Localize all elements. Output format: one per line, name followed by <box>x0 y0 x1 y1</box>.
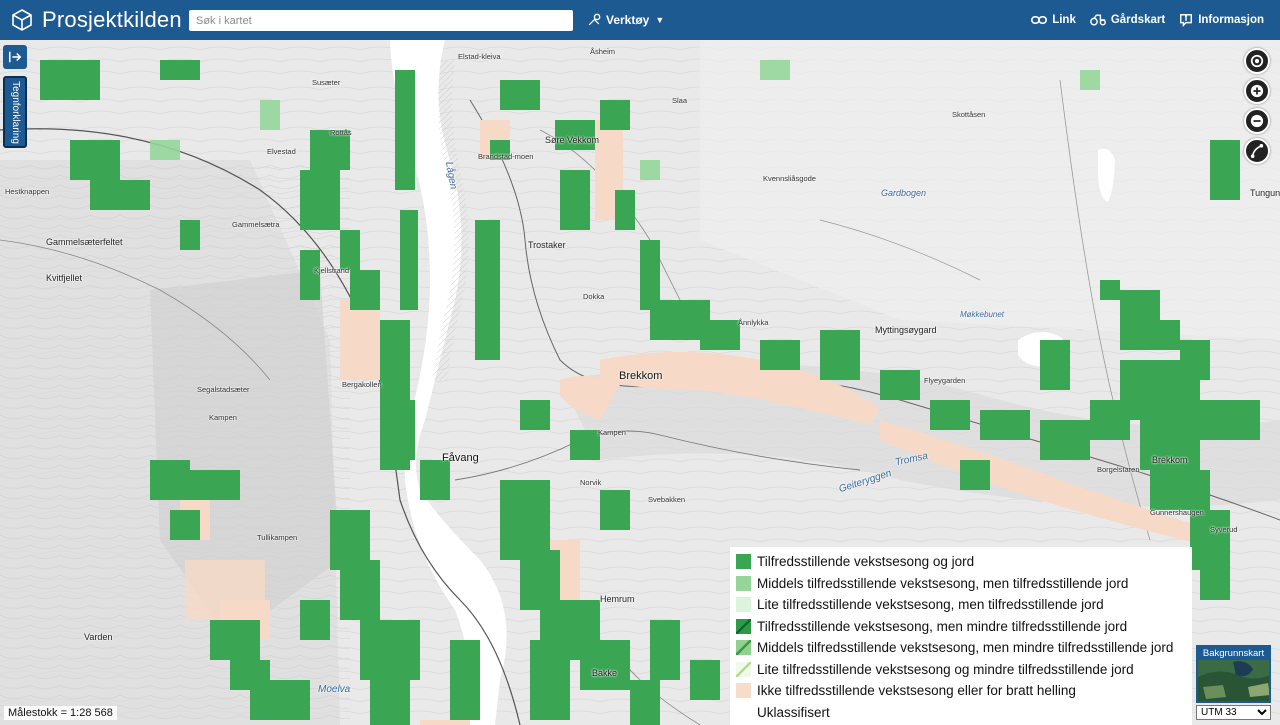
map-label: Gammelsætra <box>232 220 280 229</box>
zoom-out-button[interactable] <box>1244 108 1270 134</box>
legend-item: Lite tilfredsstillende vekstsesong og mi… <box>736 659 1186 681</box>
zoom-in-icon <box>1250 84 1264 98</box>
measure-button[interactable] <box>1244 138 1270 164</box>
legend-label: Middels tilfredsstillende vekstsesong, m… <box>757 640 1174 656</box>
collapse-panel-button[interactable] <box>3 45 27 69</box>
locate-icon <box>1250 54 1264 68</box>
legend-swatch <box>736 575 751 591</box>
map-label: Syverud <box>1210 525 1238 534</box>
map-label: Dokka <box>583 292 605 301</box>
map-label: Gardbogen <box>881 188 927 198</box>
basemap-selector[interactable]: Bakgrunnskart <box>1196 645 1271 703</box>
map-label: Tullikampen <box>257 533 298 542</box>
map-label: Rottås <box>330 128 352 137</box>
legend-item: Ikke tilfredsstillende vekstsesong eller… <box>736 680 1186 702</box>
map-label: Kampen <box>598 428 626 437</box>
map-label: Elstad-kleiva <box>458 52 501 61</box>
link-button[interactable]: Link <box>1031 14 1076 26</box>
measure-icon <box>1250 144 1264 158</box>
map-label: Brandstad-moen <box>478 152 534 161</box>
map-label: Elvestad <box>267 147 296 156</box>
map-label: Brekkom <box>619 370 663 382</box>
map-label: Borgelstaren <box>1097 465 1140 474</box>
map-label: Myttingsøygard <box>875 325 937 335</box>
map-label: Fåvang <box>442 452 479 464</box>
map-label: Gunnershaugen <box>1150 508 1204 517</box>
map-label: Kjellstrand <box>314 266 350 275</box>
map-label: Møkkebunet <box>960 310 1005 319</box>
legend-tab-label: Tegnforklaring <box>9 80 21 144</box>
projection-select[interactable]: UTM 33 <box>1196 705 1271 720</box>
exit-arrow-icon <box>8 51 22 63</box>
legend-label: Middels tilfredsstillende vekstsesong, m… <box>757 575 1129 591</box>
legend-tab-button[interactable]: Tegnforklaring <box>3 76 27 148</box>
zoom-out-icon <box>1250 114 1264 128</box>
map-label: Bergakollen <box>342 380 382 389</box>
search-input[interactable] <box>189 10 573 31</box>
map-legend: Tilfredsstillende vekstsesong og jord Mi… <box>730 547 1192 725</box>
map-label: Gammelsæterfeltet <box>46 237 123 247</box>
legend-item: Middels tilfredsstillende vekstsesong, m… <box>736 637 1186 659</box>
legend-item: Uklassifisert <box>736 702 1186 724</box>
tools-menu-button[interactable]: Verktøy ▼ <box>587 0 664 40</box>
map-label: Moelva <box>318 684 351 695</box>
information-button[interactable]: Informasjon <box>1179 13 1264 27</box>
info-icon <box>1180 14 1193 27</box>
tractor-icon <box>1089 14 1106 26</box>
gardskart-button[interactable]: Gårdskart <box>1089 14 1166 26</box>
map-label: Hemrum <box>600 594 635 604</box>
legend-label: Lite tilfredsstillende vekstsesong, men … <box>757 597 1104 613</box>
map-label: Norvik <box>580 478 602 487</box>
app-title: Prosjektkilden <box>42 7 182 32</box>
legend-swatch <box>736 704 751 720</box>
gardskart-label: Gårdskart <box>1110 14 1166 26</box>
cube-logo-icon <box>12 9 32 31</box>
map-label: Ånnlykka <box>738 318 769 327</box>
legend-swatch <box>736 640 751 656</box>
map-label: Bakke <box>592 668 618 678</box>
legend-swatch <box>736 661 751 677</box>
legend-label: Ikke tilfredsstillende vekstsesong eller… <box>757 683 1076 699</box>
link-icon <box>1031 16 1048 24</box>
brand[interactable]: Prosjektkilden <box>10 7 182 33</box>
legend-item: Middels tilfredsstillende vekstsesong, m… <box>736 573 1186 595</box>
map-label: Skottåsen <box>952 110 986 119</box>
map-label: Susæter <box>312 78 341 87</box>
legend-swatch <box>736 618 751 634</box>
map-label: Flyeygarden <box>924 376 966 385</box>
map-label: Svebakken <box>648 495 686 504</box>
map-label: Kvitfjellet <box>46 273 83 283</box>
map-label: Kvennsliåsgode <box>763 174 816 183</box>
chevron-down-icon: ▼ <box>655 15 665 25</box>
legend-item: Tilfredsstillende vekstsesong og jord <box>736 551 1186 573</box>
map-label: Hestknappen <box>5 187 50 196</box>
top-bar: Prosjektkilden Verktøy ▼ Link Gårdskart <box>0 0 1280 40</box>
map-label: Slaa <box>672 96 688 105</box>
map-label: Varden <box>84 632 113 642</box>
map-label: Brekkom <box>1152 455 1188 465</box>
basemap-label: Bakgrunnskart <box>1198 647 1269 660</box>
map-label: Trostaker <box>528 240 566 250</box>
map-label: Tungun <box>1250 188 1280 198</box>
legend-label: Uklassifisert <box>757 704 830 720</box>
legend-swatch <box>736 683 751 699</box>
map-label: Søre Vekkom <box>545 135 600 145</box>
legend-label: Lite tilfredsstillende vekstsesong og mi… <box>757 661 1134 677</box>
legend-item: Lite tilfredsstillende vekstsesong, men … <box>736 594 1186 616</box>
map-label: Segalstadsæter <box>197 385 250 394</box>
legend-item: Tilfredsstillende vekstsesong, men mindr… <box>736 616 1186 638</box>
map-label: Åsheim <box>590 47 616 56</box>
link-label: Link <box>1052 14 1076 26</box>
legend-swatch <box>736 554 751 570</box>
locate-button[interactable] <box>1244 48 1270 74</box>
zoom-in-button[interactable] <box>1244 78 1270 104</box>
legend-swatch <box>736 597 751 613</box>
map-label: Kampen <box>209 413 237 422</box>
information-label: Informasjon <box>1198 14 1264 26</box>
tools-label: Verktøy <box>606 13 650 27</box>
legend-label: Tilfredsstillende vekstsesong, men mindr… <box>757 618 1128 634</box>
scale-text: Målestokk = 1:28 568 <box>4 706 117 720</box>
tools-icon <box>588 13 601 26</box>
legend-label: Tilfredsstillende vekstsesong og jord <box>757 554 975 570</box>
